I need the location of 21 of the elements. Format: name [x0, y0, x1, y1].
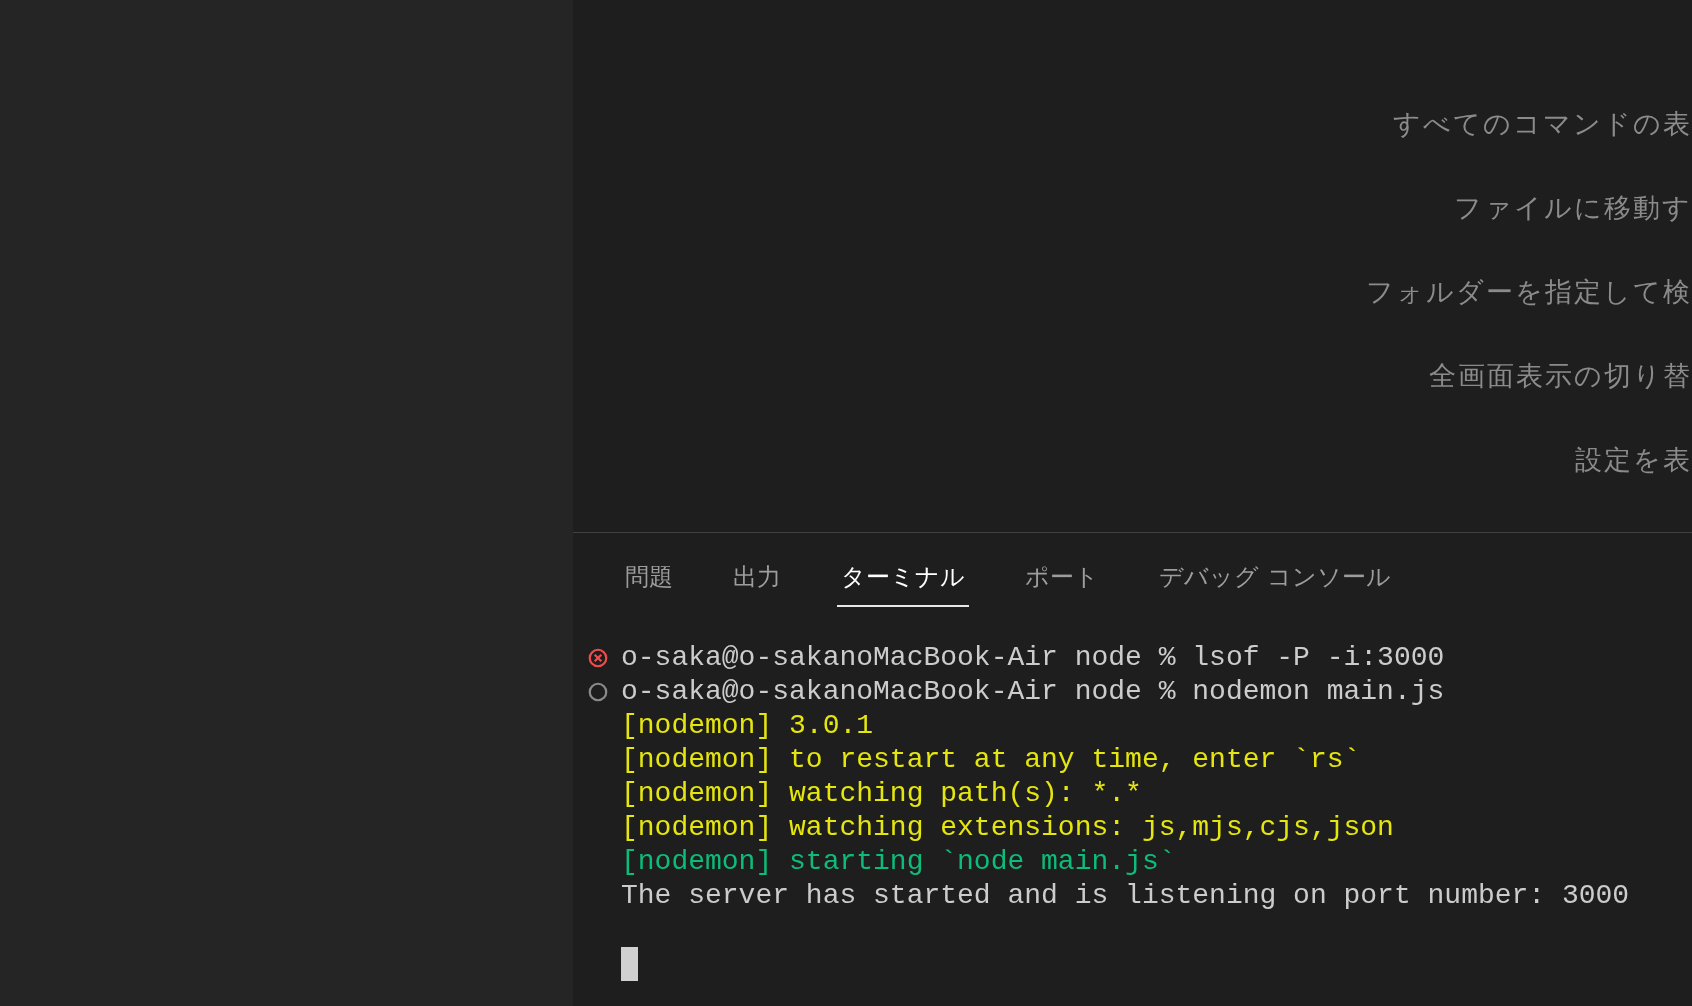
command-line: o-saka@o-sakanoMacBook-Air node % lsof -P -i:3000 [621, 641, 1445, 675]
circle-icon[interactable] [587, 681, 609, 703]
panel-tab[interactable]: ターミナル [837, 551, 969, 607]
command-line: o-saka@o-sakanoMacBook-Air node % nodemon main.js [621, 675, 1445, 709]
output-line: [nodemon] to restart at any time, enter `rs` [621, 743, 1361, 777]
panel-tab[interactable]: デバッグ コンソール [1155, 551, 1395, 607]
output-line: [nodemon] starting `node main.js` [621, 845, 1176, 879]
panel-tab[interactable]: 問題 [621, 551, 677, 607]
error-icon[interactable] [587, 647, 609, 669]
panel-tab[interactable]: ポート [1021, 551, 1103, 607]
text-cursor [621, 947, 638, 981]
shortcut-label: すべてのコマンドの表 [1393, 107, 1692, 141]
output-line: [nodemon] watching extensions: js,mjs,cjs,json [621, 811, 1394, 845]
shortcut-label: ファイルに移動す [1454, 191, 1692, 225]
shortcut-label: 設定を表 [1575, 443, 1692, 477]
shortcut-label: フォルダーを指定して検 [1366, 275, 1692, 309]
output-line: [nodemon] 3.0.1 [621, 709, 874, 743]
shortcut-label: 全画面表示の切り替 [1429, 359, 1692, 393]
output-line: [nodemon] watching path(s): *.* [621, 777, 1142, 811]
panel-tab[interactable]: 出力 [729, 551, 785, 607]
output-line: The server has started and is listening on port number: 3000 [621, 879, 1630, 913]
